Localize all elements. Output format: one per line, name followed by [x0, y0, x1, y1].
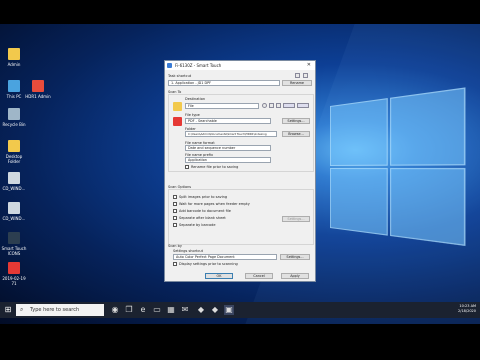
help-icon[interactable] — [295, 73, 300, 78]
cloud-icon[interactable] — [283, 103, 295, 108]
info-icon[interactable] — [303, 73, 308, 78]
file-explorer-icon[interactable]: ▭ — [152, 305, 162, 315]
scan-option-checkbox[interactable] — [173, 195, 177, 199]
share-icon[interactable] — [297, 103, 309, 108]
desktop-icon-label: 2019-02-19 71 — [2, 276, 26, 286]
settings-shortcut-button[interactable]: Settings... — [280, 254, 310, 260]
desktop-icon-desktop-folder[interactable]: Desktop Folder — [0, 140, 28, 164]
desktop-icon-recycle-bin[interactable]: Recycle Bin — [0, 108, 28, 127]
display-settings-checkbox[interactable] — [173, 262, 177, 266]
start-icon[interactable]: ⊞ — [3, 305, 13, 315]
file-name-format-select[interactable]: Date and sequence number — [185, 145, 271, 151]
settings-shortcut-select[interactable]: Auto Color Perfect Page Document — [173, 254, 277, 260]
search-placeholder: Type here to search — [30, 307, 80, 313]
mail-icon[interactable] — [276, 103, 281, 108]
desktop-icon-label: Smart Touch ICONS — [1, 246, 27, 256]
close-icon[interactable]: ✕ — [307, 62, 311, 68]
desktop-icon-label: Admin — [7, 62, 21, 67]
window-title: Fi-6130Z - Smart Touch — [175, 63, 222, 68]
search-box[interactable]: ⌕ Type here to search — [16, 304, 104, 316]
app-icon — [167, 63, 172, 68]
smart-touch-window: Fi-6130Z - Smart Touch ✕ Task shortcut 1… — [164, 60, 316, 282]
clock-date: 2/18/2020 — [458, 309, 476, 313]
folder-input[interactable]: C:\Users\Admin\Documents\Smart Touch\HDR… — [185, 131, 277, 137]
scan-option-label: Separate after blank sheet — [179, 216, 226, 220]
printer-icon[interactable] — [269, 103, 274, 108]
file-type-settings-button[interactable]: Settings... — [282, 118, 310, 124]
rename-prior-label: Rename file prior to saving — [191, 165, 239, 169]
rename-prior-checkbox[interactable] — [185, 165, 189, 169]
app-icon[interactable]: ◆ — [210, 305, 220, 315]
desktop-icon-cd-wind-2[interactable]: CD_WIND... — [0, 202, 28, 221]
scan-option-label: Wait for more pages when feeder empty — [179, 202, 250, 206]
windows-logo-wallpaper — [330, 87, 466, 248]
destination-label: Destination — [185, 97, 206, 101]
desktop: Admin This PC HDR1 Admin Recycle Bin Des… — [0, 24, 480, 324]
cancel-button[interactable]: Cancel — [245, 273, 273, 279]
file-icon — [8, 172, 20, 184]
app-icon — [32, 80, 44, 92]
search-icon: ⌕ — [20, 306, 24, 313]
scan-option-label: Separate by barcode — [179, 223, 216, 227]
browse-button[interactable]: Browse... — [282, 131, 310, 137]
scanner-icon — [8, 232, 20, 244]
desktop-icon-cd-wind-1[interactable]: CD_WIND... — [0, 172, 28, 191]
folder-icon — [8, 140, 20, 152]
display-settings-label: Display settings prior to scanning — [179, 262, 238, 266]
file-type-label: File type — [185, 113, 200, 117]
desktop-icon-label: This PC — [6, 94, 22, 99]
task-shortcut-label: Task shortcut — [168, 74, 192, 78]
app-icon[interactable]: ◆ — [196, 305, 206, 315]
file-icon — [8, 202, 20, 214]
desktop-icon-label: CD_WIND... — [2, 186, 26, 191]
rename-button[interactable]: Rename — [282, 80, 312, 86]
scan-option-checkbox[interactable] — [173, 216, 177, 220]
pdf-icon — [8, 262, 20, 274]
scan-option-label: Split images prior to saving — [179, 195, 228, 199]
destination-select[interactable]: File — [185, 103, 259, 109]
mic-icon[interactable]: ◉ — [110, 305, 120, 315]
computer-icon — [8, 80, 20, 92]
scan-options-settings-button[interactable]: Settings... — [282, 216, 310, 222]
apply-button[interactable]: Apply — [281, 273, 309, 279]
scan-option-label: Add barcode to document file — [179, 209, 231, 213]
desktop-icon-smart-touch[interactable]: Smart Touch ICONS — [0, 232, 28, 256]
system-tray: 10:23 AM 2/18/2020 — [458, 304, 476, 314]
desktop-icon-pdf[interactable]: 2019-02-19 71 — [0, 262, 28, 286]
desktop-icon-label: Desktop Folder — [5, 154, 23, 164]
folder-icon — [173, 102, 182, 111]
desktop-icon-label: HDR1 Admin — [25, 94, 51, 99]
scan-option-checkbox[interactable] — [173, 202, 177, 206]
file-name-prefix-input[interactable]: Application — [185, 157, 271, 163]
settings-shortcut-label: Settings shortcut — [173, 249, 203, 253]
desktop-icon-label: CD_WIND... — [2, 216, 26, 221]
edge-icon[interactable]: e — [138, 305, 148, 315]
recycle-bin-icon — [8, 108, 20, 120]
scan-option-checkbox[interactable] — [173, 209, 177, 213]
mail-icon[interactable]: ✉ — [180, 305, 190, 315]
scan-by-label: Scan by — [168, 244, 182, 248]
ok-button[interactable]: OK — [205, 273, 233, 279]
file-type-select[interactable]: PDF - Searchable — [185, 118, 271, 124]
folder-icon — [8, 48, 20, 60]
store-icon[interactable]: ▦ — [166, 305, 176, 315]
smart-touch-taskbar-icon[interactable]: ▣ — [224, 305, 234, 315]
task-shortcut-select[interactable]: 1. Application - JD1 DPF — [168, 80, 280, 86]
desktop-icon-admin[interactable]: Admin — [0, 48, 28, 67]
task-view-icon[interactable]: ❐ — [124, 305, 134, 315]
title-bar: Fi-6130Z - Smart Touch ✕ — [165, 61, 315, 70]
scan-option-checkbox[interactable] — [173, 223, 177, 227]
desktop-icon-hdr1-admin[interactable]: HDR1 Admin — [24, 80, 52, 99]
globe-icon[interactable] — [262, 103, 267, 108]
taskbar: ⊞ ⌕ Type here to search ◉ ❐ e ▭ ▦ ✉ ◆ ◆ … — [0, 302, 480, 318]
pdf-icon — [173, 117, 182, 126]
desktop-icon-label: Recycle Bin — [2, 122, 26, 127]
